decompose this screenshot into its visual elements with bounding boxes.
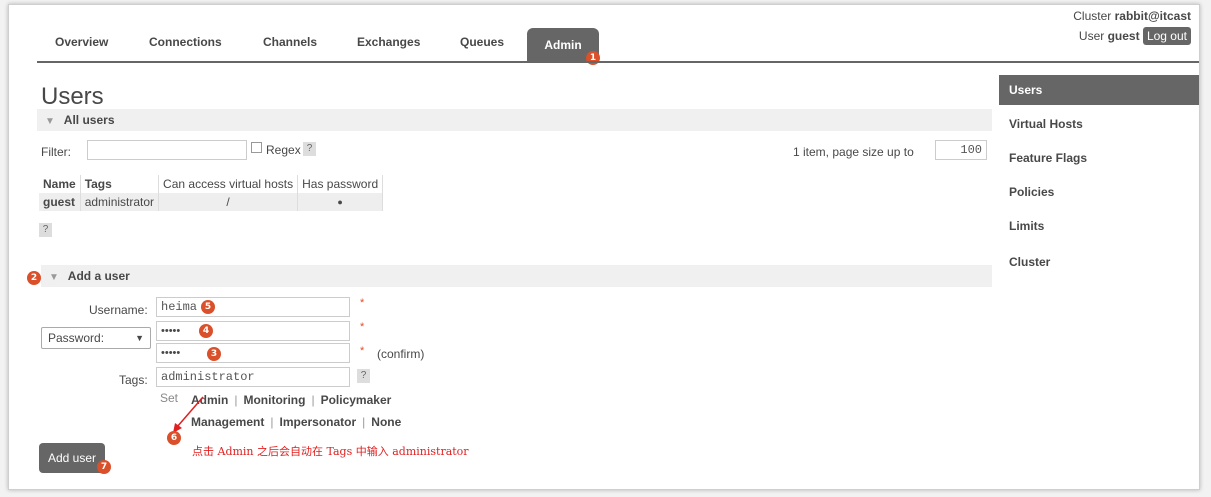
- password-input[interactable]: •••••: [156, 321, 350, 341]
- user-has-password-cell: ●: [297, 193, 384, 211]
- sidebar-item-feature-flags[interactable]: Feature Flags: [999, 143, 1199, 173]
- regex-checkbox[interactable]: [251, 142, 262, 153]
- table-header-row: Name Tags Can access virtual hosts Has p…: [39, 175, 384, 193]
- tag-option-policymaker[interactable]: Policymaker: [321, 393, 392, 407]
- password-required-mark: *: [360, 321, 365, 333]
- user-name: guest: [1107, 29, 1140, 43]
- tab-divider: [37, 61, 1199, 63]
- filter-label: Filter:: [41, 145, 71, 159]
- tag-option-monitoring[interactable]: Monitoring: [243, 393, 305, 407]
- user-info: User guest Log out: [1079, 27, 1191, 45]
- cluster-info: Cluster rabbit@itcast: [1073, 9, 1191, 23]
- tab-exchanges[interactable]: Exchanges: [357, 35, 420, 49]
- password-confirm-mask: •••••: [161, 347, 181, 359]
- sidebar-item-policies[interactable]: Policies: [999, 177, 1199, 207]
- user-tags-cell: administrator: [80, 193, 160, 211]
- confirm-label: (confirm): [377, 347, 425, 361]
- users-table: Name Tags Can access virtual hosts Has p…: [39, 175, 384, 211]
- tag-option-impersonator[interactable]: Impersonator: [279, 415, 356, 429]
- tags-help-button[interactable]: ?: [357, 369, 370, 383]
- confirm-required-mark: *: [360, 345, 365, 357]
- add-user-section-label: Add a user: [67, 269, 130, 283]
- collapse-triangle-icon: ▼: [45, 116, 55, 127]
- annotation-badge-7: 7: [97, 460, 111, 474]
- add-user-section-header[interactable]: ▼ Add a user: [41, 265, 992, 287]
- cluster-label: Cluster: [1073, 9, 1112, 23]
- tab-connections[interactable]: Connections: [149, 35, 222, 49]
- tab-overview[interactable]: Overview: [55, 35, 108, 49]
- column-header-name[interactable]: Name: [39, 175, 81, 193]
- regex-help-button[interactable]: ?: [303, 142, 316, 156]
- username-required-mark: *: [360, 297, 365, 309]
- tag-options-row-2: Management | Impersonator | None: [191, 415, 402, 429]
- tab-queues[interactable]: Queues: [460, 35, 504, 49]
- annotation-note: 点击 Admin 之后会自动在 Tags 中输入 administrator: [192, 445, 469, 458]
- add-user-button[interactable]: Add user: [39, 443, 105, 473]
- all-users-section-label: All users: [63, 113, 115, 127]
- user-label: User: [1078, 29, 1105, 43]
- sidebar-item-cluster[interactable]: Cluster: [999, 247, 1199, 277]
- cluster-name: rabbit@itcast: [1114, 9, 1191, 23]
- page-title: Users: [41, 83, 104, 110]
- regex-label: Regex: [266, 143, 301, 157]
- page-size-text: 1 item, page size up to: [793, 145, 914, 159]
- column-header-tags[interactable]: Tags: [80, 175, 160, 193]
- user-vhosts-cell: /: [158, 193, 299, 211]
- password-mode-select[interactable]: Password: ▼: [41, 327, 151, 349]
- tags-input[interactable]: [156, 367, 350, 387]
- filter-input[interactable]: [87, 140, 247, 160]
- column-header-vhosts[interactable]: Can access virtual hosts: [158, 175, 299, 193]
- logout-button[interactable]: Log out: [1142, 27, 1191, 45]
- app-window: Cluster rabbit@itcast User guest Log out…: [8, 4, 1200, 490]
- annotation-badge-5: 5: [201, 300, 215, 314]
- sidebar-item-virtual-hosts[interactable]: Virtual Hosts: [999, 109, 1199, 139]
- collapse-triangle-icon: ▼: [49, 272, 59, 283]
- table-row[interactable]: guest administrator / ●: [39, 193, 384, 211]
- page-size-input[interactable]: [935, 140, 987, 160]
- tags-label: Tags:: [119, 373, 148, 387]
- username-input[interactable]: [156, 297, 350, 317]
- user-name-cell[interactable]: guest: [39, 193, 81, 211]
- annotation-badge-3: 3: [207, 347, 221, 361]
- password-confirm-input[interactable]: •••••: [156, 343, 350, 363]
- dropdown-caret-icon: ▼: [135, 333, 144, 343]
- password-mask: •••••: [161, 325, 181, 337]
- all-users-section-header[interactable]: ▼ All users: [37, 109, 992, 131]
- username-label: Username:: [89, 303, 148, 317]
- annotation-badge-2: 2: [27, 271, 41, 285]
- annotation-badge-4: 4: [199, 324, 213, 338]
- tag-options-row-1: Admin | Monitoring | Policymaker: [191, 393, 392, 407]
- table-help-button[interactable]: ?: [39, 223, 52, 237]
- tab-channels[interactable]: Channels: [263, 35, 317, 49]
- password-mode-value: Password:: [48, 331, 105, 345]
- sidebar-item-users[interactable]: Users: [999, 75, 1199, 105]
- column-header-has-password[interactable]: Has password: [297, 175, 384, 193]
- tag-option-none[interactable]: None: [371, 415, 401, 429]
- sidebar-item-limits[interactable]: Limits: [999, 211, 1199, 241]
- annotation-badge-6: 6: [167, 431, 181, 445]
